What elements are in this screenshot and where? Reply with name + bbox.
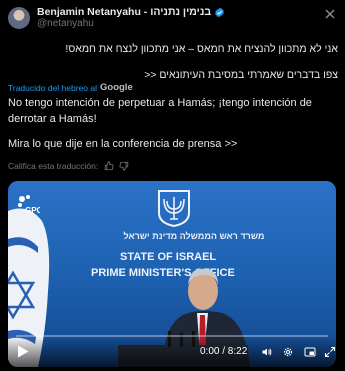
state-emblem-icon: [158, 190, 190, 227]
author-name[interactable]: Benjamin Netanyahu - בנימין נתניהו: [37, 6, 211, 18]
translation-label[interactable]: Traducido del hebreo al: [8, 83, 97, 93]
avatar[interactable]: [8, 7, 30, 29]
translation-attribution: Traducido del hebreo al Google: [8, 82, 133, 93]
settings-gear-icon[interactable]: [282, 346, 294, 358]
thumbs-down-icon[interactable]: [119, 161, 129, 171]
tweet-text-hebrew-line1: אני לא מתכוון להנציח את חמאס – אני מתכוו…: [65, 43, 338, 55]
fullscreen-icon[interactable]: [324, 346, 336, 358]
translated-text-para1: No tengo intención de perpetuar a Hamás;…: [8, 97, 312, 125]
picture-in-picture-icon[interactable]: [304, 346, 316, 358]
translated-text-para2: Mira lo que dije en la conferencia de pr…: [8, 138, 238, 150]
google-logo-icon: Google: [100, 82, 133, 93]
rate-translation: Califica esta traducción:: [8, 161, 129, 171]
author-handle[interactable]: @netanyahu: [37, 18, 225, 30]
author-name-row: Benjamin Netanyahu - בנימין נתניהו: [37, 6, 225, 18]
tweet-header: Benjamin Netanyahu - בנימין נתניהו @neta…: [8, 6, 338, 32]
rate-translation-label: Califica esta traducción:: [8, 161, 99, 171]
volume-icon[interactable]: [261, 346, 273, 358]
video-player[interactable]: GPO משרד ראש הממשלה מדינת ישראל STATE OF…: [8, 181, 336, 367]
video-progress-bar[interactable]: [16, 335, 328, 337]
thumbs-up-icon[interactable]: [104, 161, 114, 171]
gpo-watermark-text: GPO: [25, 206, 40, 215]
author-identity: Benjamin Netanyahu - בנימין נתניהו @neta…: [37, 6, 225, 30]
verified-badge-icon: [215, 7, 224, 17]
video-time: 0:00 / 8:22: [200, 346, 248, 357]
gpo-logo-icon: GPO: [18, 195, 40, 215]
play-icon[interactable]: [17, 345, 29, 358]
tweet-text-hebrew-line2: צפו בדברים שאמרתי במסיבת העיתונאים <<: [144, 69, 338, 81]
close-icon[interactable]: [325, 9, 335, 19]
